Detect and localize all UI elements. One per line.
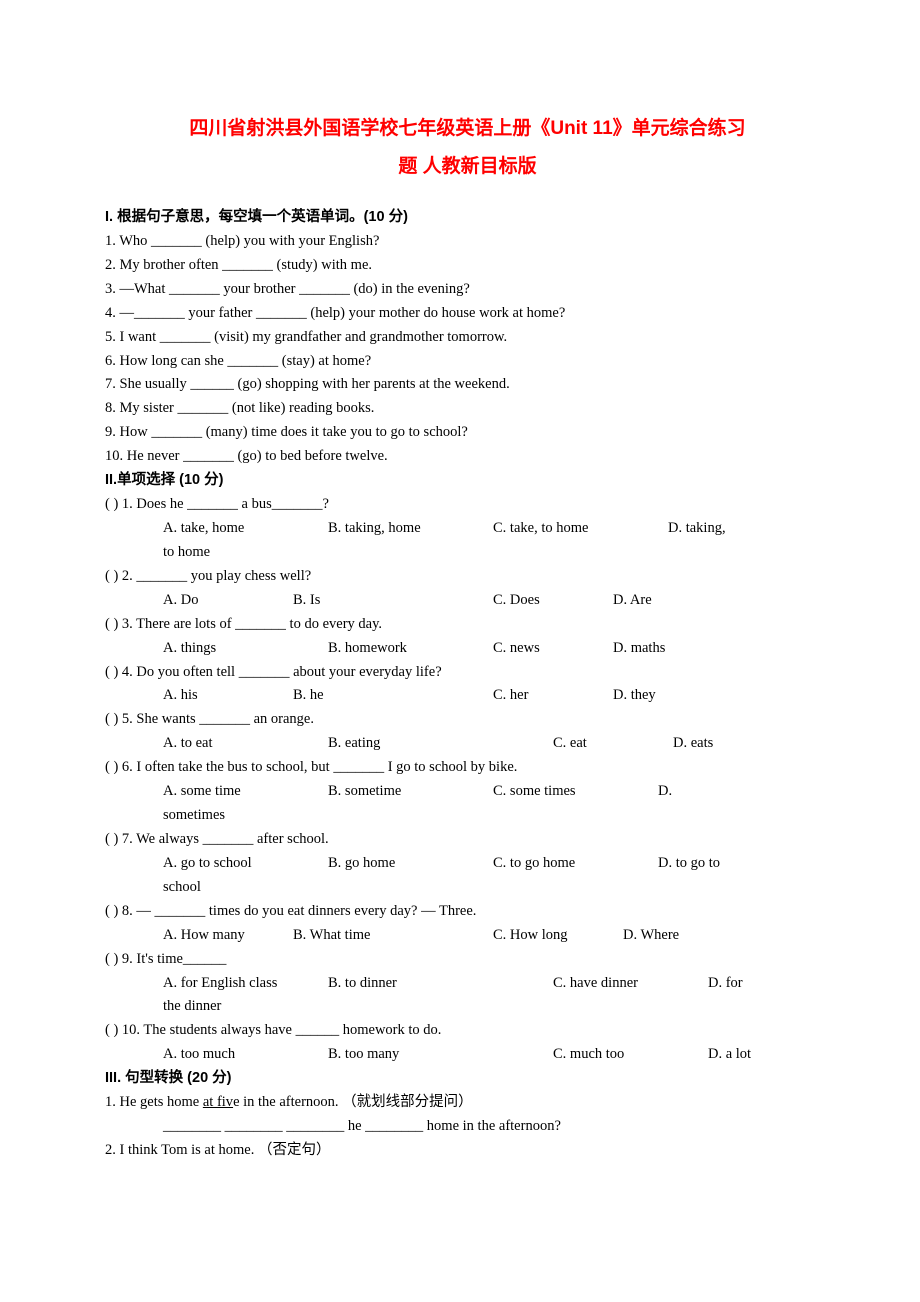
s3-q1-b: e in the afternoon. （就划线部分提问） xyxy=(233,1094,473,1110)
opt-c: C. some times xyxy=(493,780,658,804)
opt-c: C. take, to home xyxy=(493,517,668,541)
opt-c: C. have dinner xyxy=(553,972,708,996)
s2-q2: ( ) 2. _______ you play chess well? xyxy=(105,565,830,589)
opt-a: A. How many xyxy=(163,924,293,948)
opt-a: A. for English class xyxy=(163,972,328,996)
opt-d-cont: the dinner xyxy=(163,995,221,1019)
s3-q1: 1. He gets home at five in the afternoon… xyxy=(105,1091,830,1115)
opt-d: D. Are xyxy=(613,589,652,613)
s2-q6-opts-cont: sometimes xyxy=(105,804,830,828)
opt-b: B. he xyxy=(293,684,493,708)
opt-c: C. to go home xyxy=(493,852,658,876)
opt-c: C. Does xyxy=(493,589,613,613)
s3-q1-underline: at fiv xyxy=(203,1094,233,1110)
s2-q1-opts: A. take, home B. taking, home C. take, t… xyxy=(105,517,830,541)
opt-b: B. go home xyxy=(328,852,493,876)
document-title: 四川省射洪县外国语学校七年级英语上册《Unit 11》单元综合练习 题 人教新目… xyxy=(105,110,830,186)
opt-c: C. How long xyxy=(493,924,623,948)
section-3-head: III. 句型转换 (20 分) xyxy=(105,1067,830,1091)
opt-c: C. eat xyxy=(553,732,673,756)
opt-d: D. eats xyxy=(673,732,713,756)
s1-q4: 4. —_______ your father _______ (help) y… xyxy=(105,302,830,326)
opt-b: B. too many xyxy=(328,1043,553,1067)
opt-a: A. to eat xyxy=(163,732,328,756)
s1-q6: 6. How long can she _______ (stay) at ho… xyxy=(105,350,830,374)
opt-b: B. sometime xyxy=(328,780,493,804)
opt-c: C. her xyxy=(493,684,613,708)
s2-q8: ( ) 8. — _______ times do you eat dinner… xyxy=(105,900,830,924)
s2-q1: ( ) 1. Does he _______ a bus_______? xyxy=(105,493,830,517)
opt-d-cont: school xyxy=(163,876,201,900)
opt-b: B. to dinner xyxy=(328,972,553,996)
s2-q10: ( ) 10. The students always have ______ … xyxy=(105,1019,830,1043)
title-line-2: 题 人教新目标版 xyxy=(105,148,830,186)
s2-q9-opts-cont: the dinner xyxy=(105,995,830,1019)
opt-d: D. for xyxy=(708,972,743,996)
s1-q8: 8. My sister _______ (not like) reading … xyxy=(105,397,830,421)
s2-q5: ( ) 5. She wants _______ an orange. xyxy=(105,708,830,732)
opt-b: B. What time xyxy=(293,924,493,948)
opt-a: A. Do xyxy=(163,589,293,613)
s3-q1-a: 1. He gets home xyxy=(105,1094,203,1110)
s3-q2: 2. I think Tom is at home. （否定句） xyxy=(105,1139,830,1163)
worksheet-page: 四川省射洪县外国语学校七年级英语上册《Unit 11》单元综合练习 题 人教新目… xyxy=(0,0,920,1302)
s2-q9: ( ) 9. It's time______ xyxy=(105,948,830,972)
opt-a: A. some time xyxy=(163,780,328,804)
title-line-1: 四川省射洪县外国语学校七年级英语上册《Unit 11》单元综合练习 xyxy=(105,110,830,148)
opt-d-cont: to home xyxy=(163,541,210,565)
s1-q5: 5. I want _______ (visit) my grandfather… xyxy=(105,326,830,350)
s2-q3-opts: A. things B. homework C. news D. maths xyxy=(105,637,830,661)
s2-q10-opts: A. too much B. too many C. much too D. a… xyxy=(105,1043,830,1067)
s1-q9: 9. How _______ (many) time does it take … xyxy=(105,421,830,445)
s2-q4-opts: A. his B. he C. her D. they xyxy=(105,684,830,708)
opt-a: A. his xyxy=(163,684,293,708)
opt-d: D. taking, xyxy=(668,517,726,541)
s1-q7: 7. She usually ______ (go) shopping with… xyxy=(105,373,830,397)
s2-q7-opts-cont: school xyxy=(105,876,830,900)
opt-a: A. take, home xyxy=(163,517,328,541)
opt-d: D. xyxy=(658,780,672,804)
opt-a: A. too much xyxy=(163,1043,328,1067)
opt-c: C. much too xyxy=(553,1043,708,1067)
opt-d: D. maths xyxy=(613,637,665,661)
s2-q7-opts: A. go to school B. go home C. to go home… xyxy=(105,852,830,876)
opt-b: B. Is xyxy=(293,589,493,613)
section-1-head: I. 根据句子意思，每空填一个英语单词。(10 分) xyxy=(105,206,830,230)
opt-d-cont: sometimes xyxy=(163,804,225,828)
s1-q1: 1. Who _______ (help) you with your Engl… xyxy=(105,230,830,254)
s1-q10: 10. He never _______ (go) to bed before … xyxy=(105,445,830,469)
opt-a: A. things xyxy=(163,637,328,661)
opt-a: A. go to school xyxy=(163,852,328,876)
s2-q4: ( ) 4. Do you often tell _______ about y… xyxy=(105,661,830,685)
s2-q7: ( ) 7. We always _______ after school. xyxy=(105,828,830,852)
opt-d: D. Where xyxy=(623,924,679,948)
opt-d: D. they xyxy=(613,684,656,708)
section-2-head: II.单项选择 (10 分) xyxy=(105,469,830,493)
opt-b: B. homework xyxy=(328,637,493,661)
s2-q6-opts: A. some time B. sometime C. some times D… xyxy=(105,780,830,804)
opt-d: D. to go to xyxy=(658,852,720,876)
opt-b: B. taking, home xyxy=(328,517,493,541)
s2-q6: ( ) 6. I often take the bus to school, b… xyxy=(105,756,830,780)
s2-q2-opts: A. Do B. Is C. Does D. Are xyxy=(105,589,830,613)
s2-q5-opts: A. to eat B. eating C. eat D. eats xyxy=(105,732,830,756)
s2-q9-opts: A. for English class B. to dinner C. hav… xyxy=(105,972,830,996)
s3-q1-ans: ________ ________ ________ he ________ h… xyxy=(105,1115,830,1139)
s1-q2: 2. My brother often _______ (study) with… xyxy=(105,254,830,278)
opt-d: D. a lot xyxy=(708,1043,751,1067)
s2-q1-opts-cont: to home xyxy=(105,541,830,565)
opt-b: B. eating xyxy=(328,732,553,756)
opt-c: C. news xyxy=(493,637,613,661)
s1-q3: 3. —What _______ your brother _______ (d… xyxy=(105,278,830,302)
s2-q8-opts: A. How many B. What time C. How long D. … xyxy=(105,924,830,948)
s2-q3: ( ) 3. There are lots of _______ to do e… xyxy=(105,613,830,637)
